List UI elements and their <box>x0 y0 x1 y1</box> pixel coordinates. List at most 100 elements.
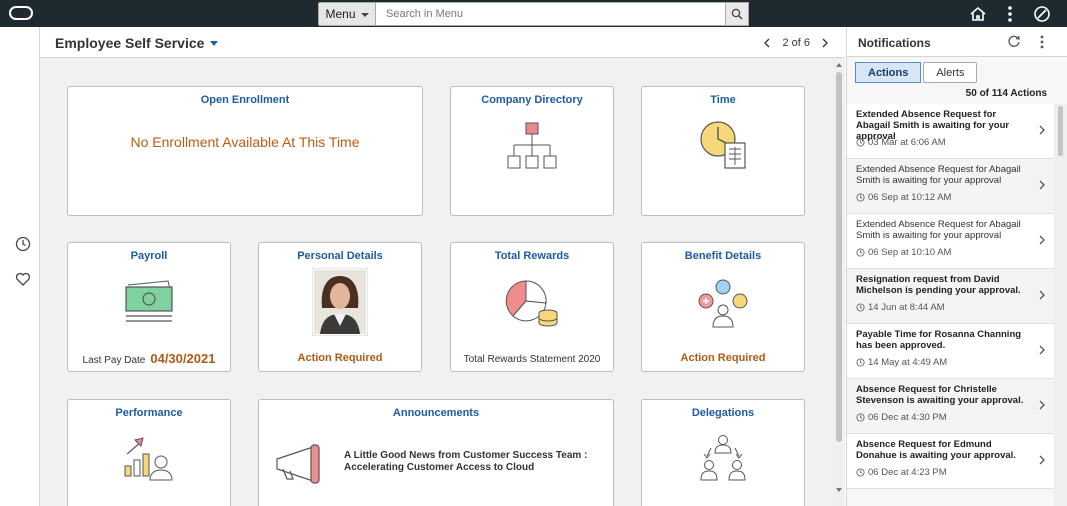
notification-text: Payable Time for Rosanna Channing has be… <box>856 329 1022 351</box>
caret-down-icon <box>360 13 369 17</box>
tile-title: Total Rewards <box>494 250 570 262</box>
heart-icon <box>15 272 31 286</box>
tile-open-enrollment[interactable]: Open Enrollment No Enrollment Available … <box>67 86 423 216</box>
notification-list: Extended Absence Request for Abagail Smi… <box>847 104 1054 489</box>
search-icon <box>731 8 743 20</box>
chevron-right-icon[interactable] <box>822 38 829 48</box>
main-scrollbar[interactable] <box>833 58 845 506</box>
notification-item[interactable]: Absence Request for Edmund Donahue is aw… <box>847 434 1054 489</box>
chevron-right-icon[interactable] <box>1038 179 1046 191</box>
tile-time[interactable]: Time <box>641 86 805 216</box>
scroll-thumb[interactable] <box>836 72 842 442</box>
payroll-footer: Last Pay Date 04/30/2021 <box>68 351 230 366</box>
kebab-icon <box>1008 6 1012 22</box>
chevron-right-icon[interactable] <box>1038 454 1046 466</box>
megaphone-icon <box>276 444 320 484</box>
tile-title: Time <box>710 94 736 106</box>
tile-title: Company Directory <box>481 94 583 106</box>
notification-text: Absence Request for Edmund Donahue is aw… <box>856 439 1016 461</box>
tile-total-rewards[interactable]: Total Rewards Total Rewards Statement 20… <box>450 242 614 372</box>
caret-down-icon <box>210 40 219 46</box>
rewards-pie-icon <box>505 280 558 327</box>
tile-grid: Open Enrollment No Enrollment Available … <box>40 58 833 506</box>
homepage-selector[interactable]: Employee Self Service <box>55 35 219 51</box>
notification-time: 06 Dec at 4:30 PM <box>856 412 947 423</box>
org-chart-icon <box>507 122 557 169</box>
clock-icon <box>856 303 865 312</box>
scroll-down-icon[interactable] <box>836 488 842 492</box>
tile-payroll[interactable]: Payroll Last Pay Date 04/30/2021 <box>67 242 231 372</box>
tile-title: Personal Details <box>297 250 383 262</box>
scroll-thumb[interactable] <box>1058 106 1063 156</box>
delegation-people-icon <box>700 435 746 481</box>
notification-time: 14 May at 4:49 AM <box>856 357 947 368</box>
notification-time: 03 Mar at 6:06 AM <box>856 137 946 148</box>
menu-button[interactable]: Menu <box>318 2 376 26</box>
clock-icon <box>856 138 865 147</box>
chevron-right-icon[interactable] <box>1038 124 1046 136</box>
scroll-up-icon[interactable] <box>836 63 842 67</box>
clock-icon <box>856 358 865 367</box>
clock-icon <box>856 193 865 202</box>
top-bar: Menu Search in Menu <box>0 0 1067 27</box>
notification-time-text: 06 Sep at 10:10 AM <box>868 247 952 258</box>
kebab-icon[interactable] <box>1040 35 1044 49</box>
search-button[interactable] <box>725 2 749 26</box>
compass-icon <box>1034 6 1050 22</box>
notification-text: Extended Absence Request for Abagail Smi… <box>856 219 1021 241</box>
oracle-logo-icon[interactable] <box>9 6 33 20</box>
notification-item[interactable]: Extended Absence Request for Abagail Smi… <box>847 214 1054 269</box>
clock-icon <box>856 248 865 257</box>
tile-performance[interactable]: Performance <box>67 399 231 506</box>
notification-item[interactable]: Resignation request from David Michelson… <box>847 269 1054 324</box>
tile-title: Performance <box>115 407 183 419</box>
benefits-icon <box>698 279 748 328</box>
notification-time: 06 Sep at 10:12 AM <box>856 192 951 203</box>
clock-icon <box>15 236 31 252</box>
notification-time-text: 14 Jun at 8:44 AM <box>868 302 945 313</box>
tile-title: Delegations <box>691 407 755 419</box>
navbar-button[interactable] <box>1032 4 1052 24</box>
notification-item[interactable]: Extended Absence Request for Abagail Smi… <box>847 159 1054 214</box>
last-pay-date-label: Last Pay Date <box>82 355 146 366</box>
recent-places-button[interactable] <box>14 235 32 253</box>
tab-alerts[interactable]: Alerts <box>923 62 978 83</box>
tile-company-directory[interactable]: Company Directory <box>450 86 614 216</box>
notification-scrollbar[interactable] <box>1054 104 1067 506</box>
home-icon <box>970 6 986 21</box>
homepage-header: Employee Self Service 2 of 6 <box>40 27 845 58</box>
notification-item[interactable]: Absence Request for Christelle Stevenson… <box>847 379 1054 434</box>
notification-item[interactable]: Extended Absence Request for Abagail Smi… <box>847 104 1054 159</box>
action-required-label: Action Required <box>680 352 766 364</box>
search-input[interactable]: Search in Menu <box>376 2 726 26</box>
notification-tabs: Actions Alerts <box>855 62 978 83</box>
home-button[interactable] <box>968 4 988 24</box>
page-indicator: 2 of 6 <box>782 37 810 49</box>
notification-time: 14 Jun at 8:44 AM <box>856 302 945 313</box>
tab-actions[interactable]: Actions <box>855 62 922 83</box>
left-rail <box>0 27 40 506</box>
page-navigator: 2 of 6 <box>763 37 829 49</box>
favorites-button[interactable] <box>14 270 32 288</box>
page-title: Employee Self Service <box>55 35 205 51</box>
tile-title: Benefit Details <box>684 250 762 262</box>
tile-personal-details[interactable]: Personal Details Action Required <box>258 242 422 372</box>
notification-time: 06 Sep at 10:10 AM <box>856 247 951 258</box>
refresh-icon[interactable] <box>1007 35 1021 49</box>
chevron-right-icon[interactable] <box>1038 289 1046 301</box>
notification-item[interactable]: Payable Time for Rosanna Channing has be… <box>847 324 1054 379</box>
timesheet-clock-icon <box>700 121 746 169</box>
employee-photo <box>312 268 368 336</box>
chevron-right-icon[interactable] <box>1038 234 1046 246</box>
tile-title: Announcements <box>392 407 480 419</box>
tile-benefit-details[interactable]: Benefit Details Action Required <box>641 242 805 372</box>
notifications-title: Notifications <box>858 36 931 50</box>
tile-announcements[interactable]: Announcements A Little Good News from Cu… <box>258 399 614 506</box>
notification-time-text: 06 Dec at 4:23 PM <box>868 467 947 478</box>
chevron-right-icon[interactable] <box>1038 399 1046 411</box>
chevron-right-icon[interactable] <box>1038 344 1046 356</box>
actions-menu-button[interactable] <box>1000 4 1020 24</box>
chevron-left-icon[interactable] <box>763 38 770 48</box>
clock-icon <box>856 468 865 477</box>
tile-delegations[interactable]: Delegations <box>641 399 805 506</box>
